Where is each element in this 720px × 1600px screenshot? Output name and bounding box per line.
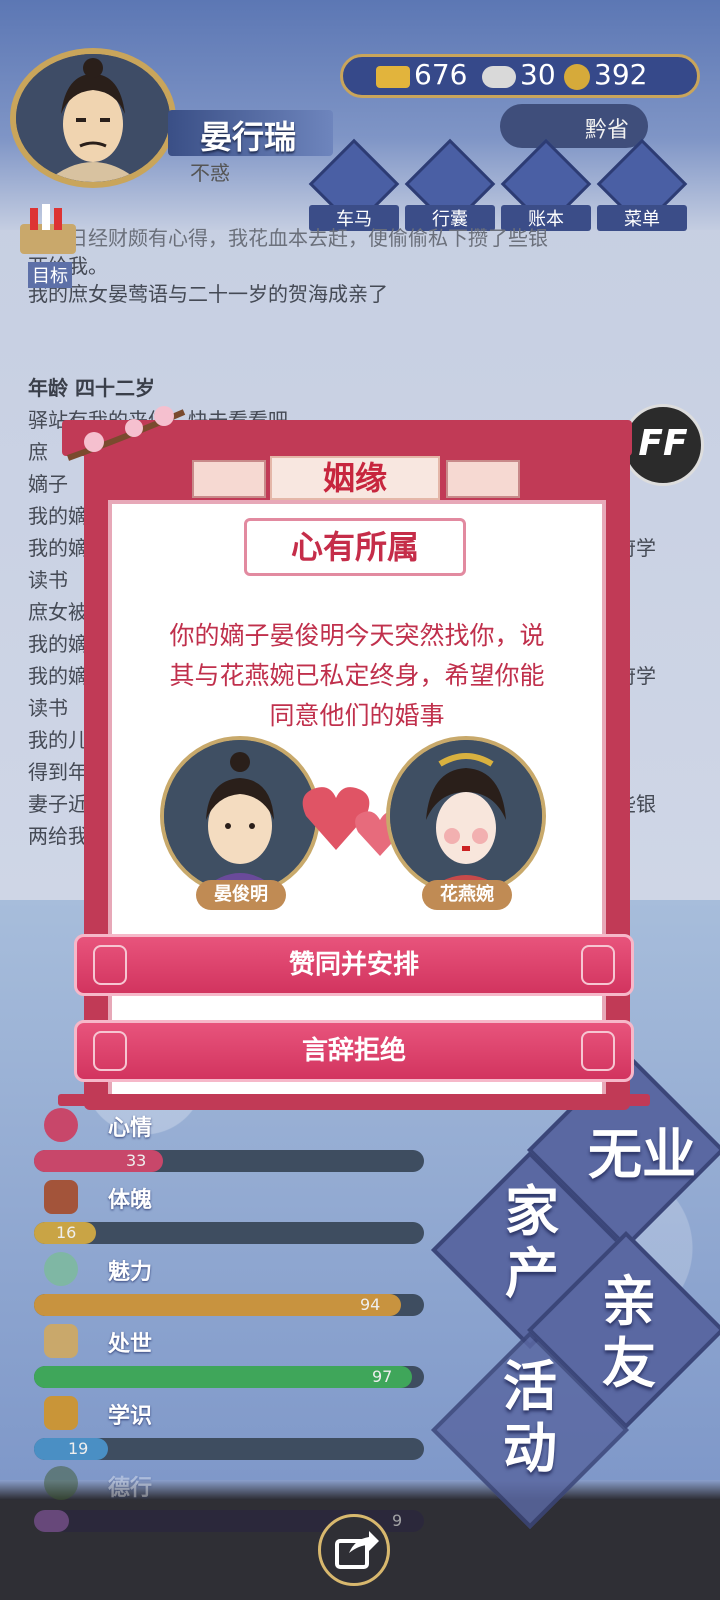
dialog-message-line: 你的嫡子晏俊明今天突然找你，说 [169, 621, 545, 650]
dialog-message-line: 同意他们的婚事 [269, 701, 445, 730]
reject-button[interactable]: 言辞拒绝 [74, 1020, 634, 1082]
accept-label: 赞同并安排 [288, 950, 419, 980]
son-face-icon [164, 740, 316, 892]
scroll-ornament-icon [581, 1031, 615, 1071]
bride-face-icon [390, 740, 542, 892]
bride-portrait [386, 736, 546, 896]
scroll-ornament-icon [93, 945, 127, 985]
lattice-ornament [446, 460, 520, 498]
plum-blossom-icon [66, 406, 186, 461]
dialog-message-line: 其与花燕婉已私定终身，希望你能 [169, 661, 545, 690]
lattice-ornament [192, 460, 266, 498]
reject-label: 言辞拒绝 [301, 1036, 406, 1066]
dialog-title: 姻缘 [322, 459, 387, 497]
son-name: 晏俊明 [196, 880, 286, 910]
accept-button[interactable]: 赞同并安排 [74, 934, 634, 996]
dialog-bottom-beam [58, 1094, 650, 1106]
scroll-ornament-icon [581, 945, 615, 985]
bride-name: 花燕婉 [422, 880, 512, 910]
scroll-ornament-icon [93, 1031, 127, 1071]
dialog-subtitle: 心有所属 [290, 528, 419, 566]
